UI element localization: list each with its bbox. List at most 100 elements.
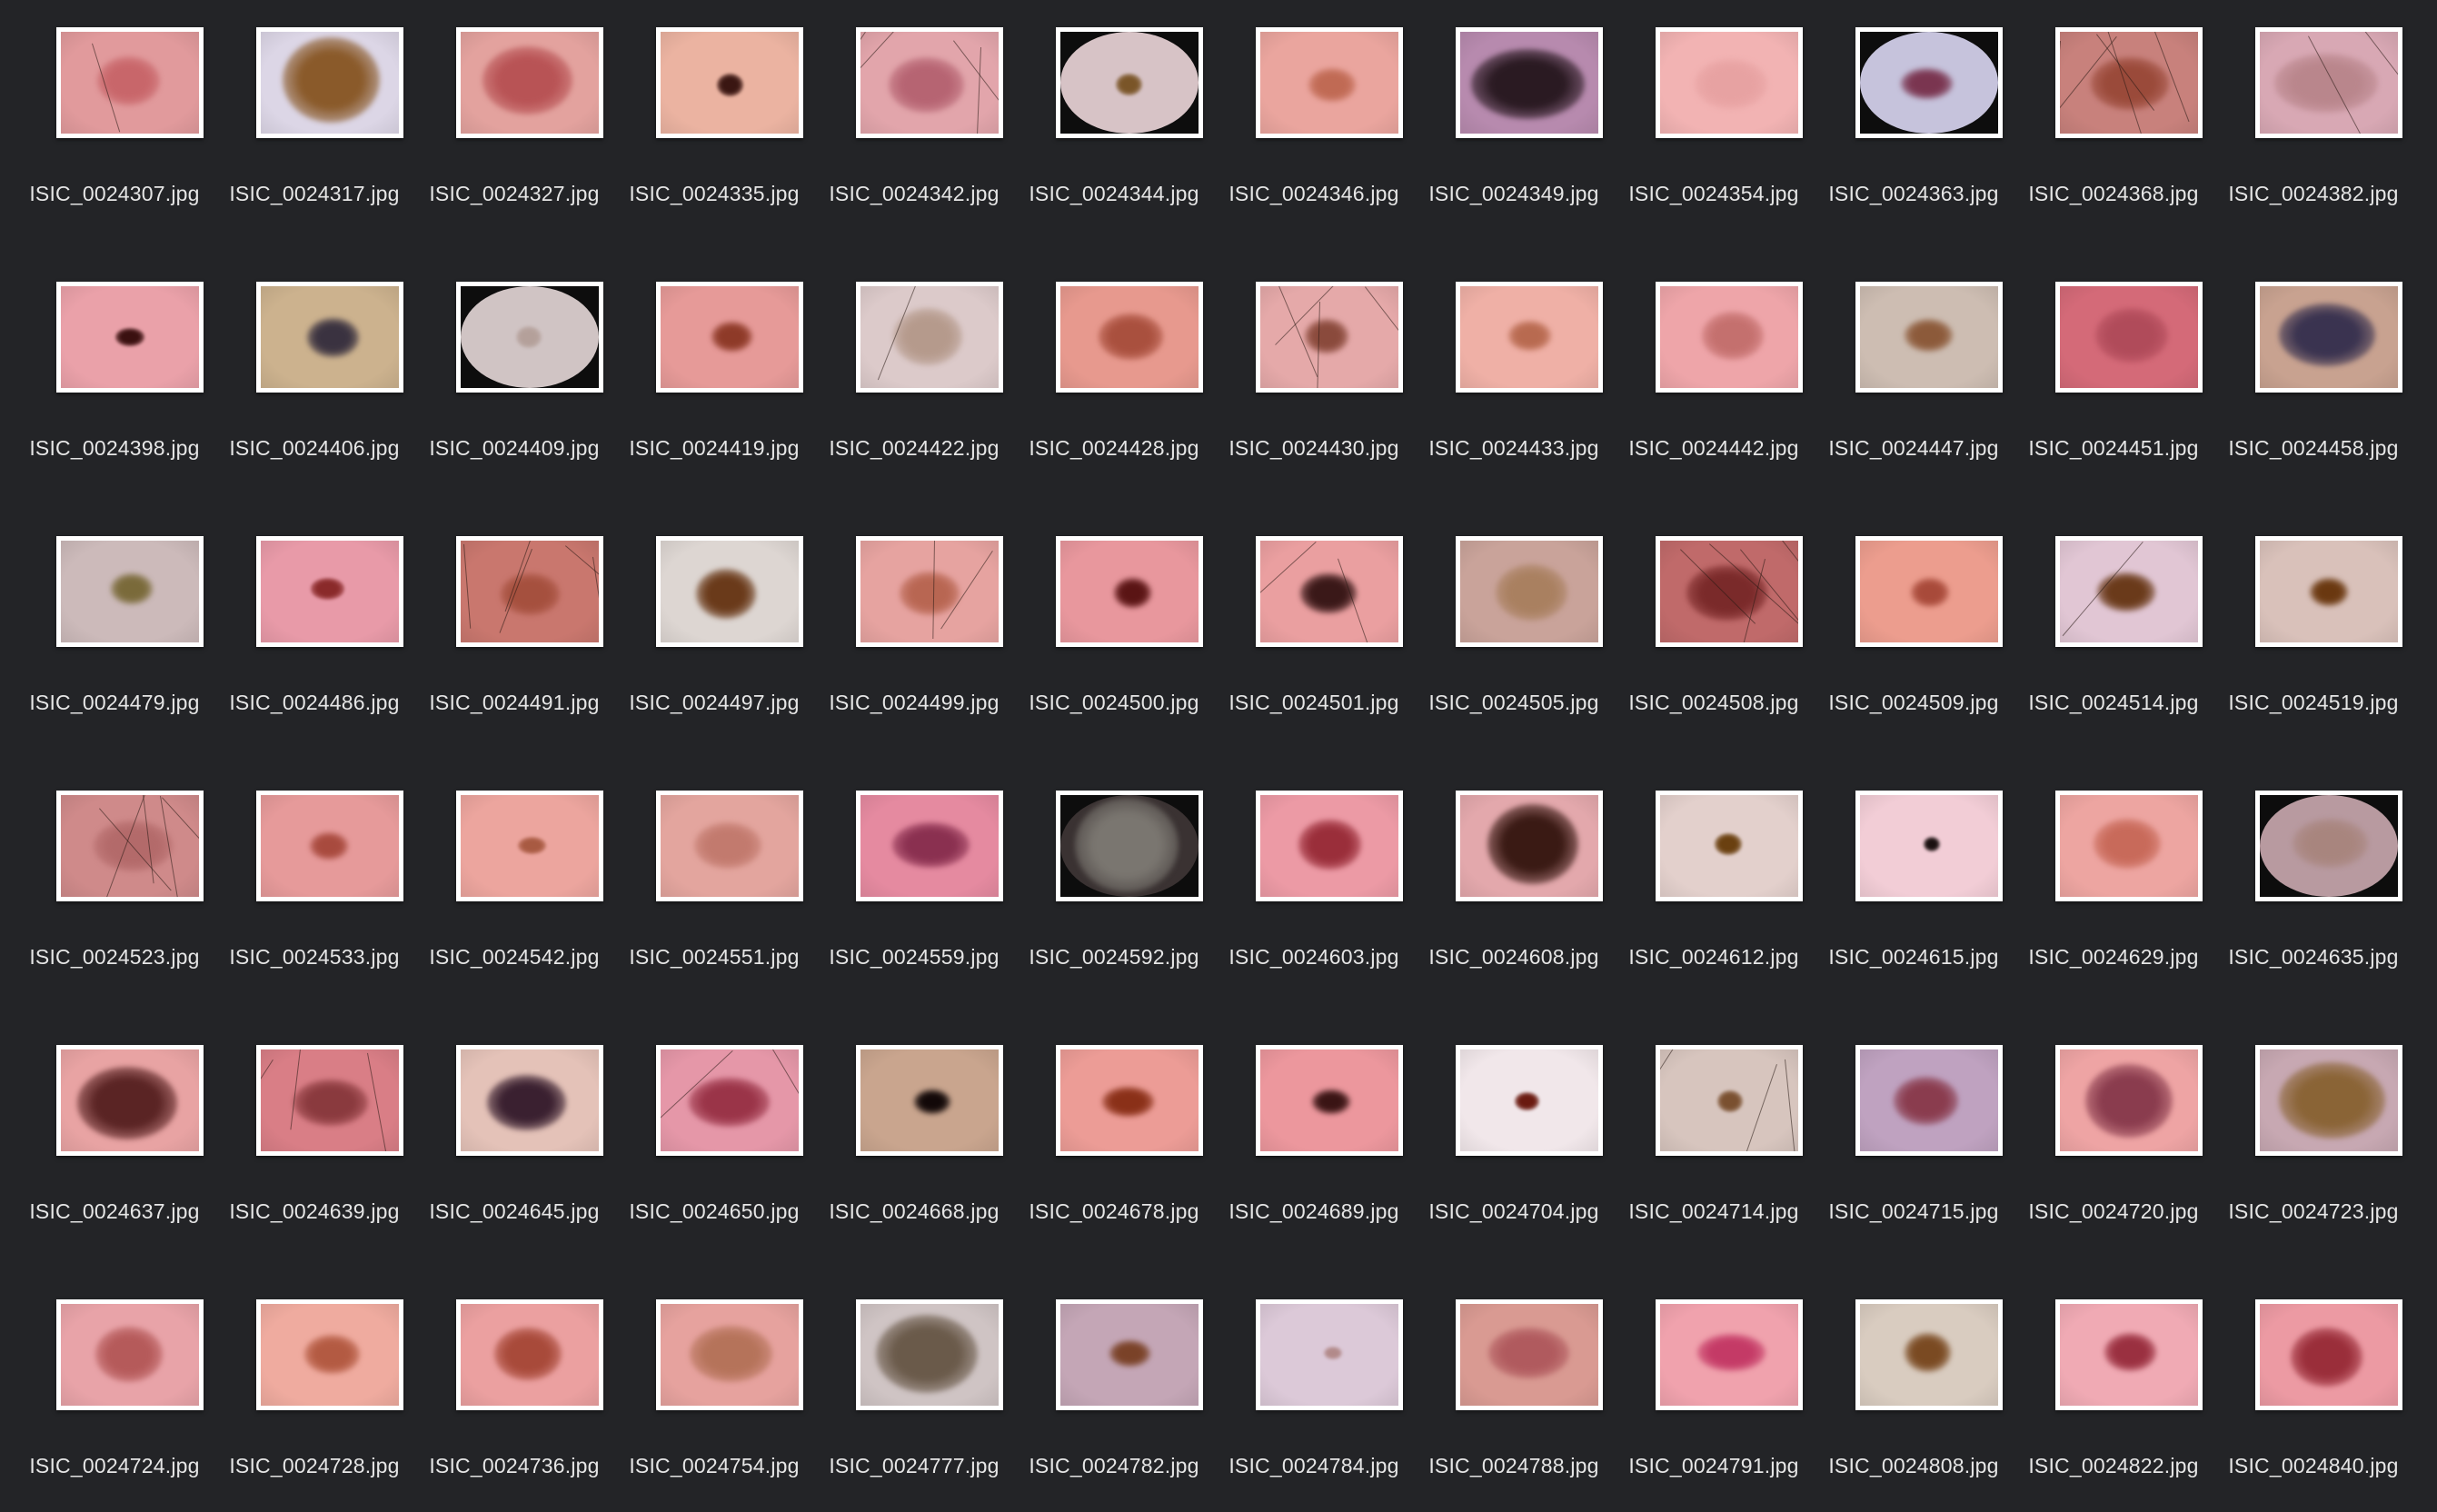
file-item[interactable]: ISIC_0024777.jpg: [814, 1272, 1014, 1499]
file-item[interactable]: ISIC_0024615.jpg: [1814, 763, 2014, 990]
file-thumbnail[interactable]: [1855, 1045, 2003, 1156]
file-thumbnail[interactable]: [1056, 791, 1203, 901]
file-thumbnail[interactable]: [656, 1299, 803, 1410]
file-item[interactable]: ISIC_0024639.jpg: [214, 1018, 414, 1245]
file-item[interactable]: ISIC_0024307.jpg: [15, 0, 214, 227]
file-item[interactable]: ISIC_0024668.jpg: [814, 1018, 1014, 1245]
file-item[interactable]: ISIC_0024519.jpg: [2213, 509, 2413, 736]
file-item[interactable]: ISIC_0024354.jpg: [1614, 0, 1814, 227]
file-thumbnail[interactable]: [1256, 1045, 1403, 1156]
file-item[interactable]: ISIC_0024645.jpg: [414, 1018, 614, 1245]
file-thumbnail[interactable]: [1056, 1299, 1203, 1410]
file-item[interactable]: ISIC_0024689.jpg: [1214, 1018, 1414, 1245]
file-thumbnail[interactable]: [1256, 791, 1403, 901]
file-thumbnail[interactable]: [1056, 27, 1203, 138]
file-thumbnail[interactable]: [456, 1045, 603, 1156]
file-thumbnail[interactable]: [856, 27, 1003, 138]
file-thumbnail[interactable]: [2055, 536, 2203, 647]
file-thumbnail[interactable]: [2255, 282, 2402, 393]
file-item[interactable]: ISIC_0024678.jpg: [1014, 1018, 1214, 1245]
file-item[interactable]: ISIC_0024784.jpg: [1214, 1272, 1414, 1499]
file-item[interactable]: ISIC_0024500.jpg: [1014, 509, 1214, 736]
file-item[interactable]: ISIC_0024451.jpg: [2014, 254, 2213, 482]
file-thumbnail[interactable]: [1256, 536, 1403, 647]
file-thumbnail[interactable]: [2255, 791, 2402, 901]
file-thumbnail[interactable]: [1456, 791, 1603, 901]
file-item[interactable]: ISIC_0024491.jpg: [414, 509, 614, 736]
file-thumbnail[interactable]: [2255, 1299, 2402, 1410]
file-item[interactable]: ISIC_0024724.jpg: [15, 1272, 214, 1499]
file-thumbnail[interactable]: [56, 282, 204, 393]
file-item[interactable]: ISIC_0024497.jpg: [614, 509, 814, 736]
file-thumbnail[interactable]: [856, 791, 1003, 901]
file-item[interactable]: ISIC_0024346.jpg: [1214, 0, 1414, 227]
file-item[interactable]: ISIC_0024723.jpg: [2213, 1018, 2413, 1245]
file-thumbnail[interactable]: [1056, 1045, 1203, 1156]
file-thumbnail[interactable]: [2055, 1045, 2203, 1156]
file-item[interactable]: ISIC_0024344.jpg: [1014, 0, 1214, 227]
file-thumbnail[interactable]: [1256, 1299, 1403, 1410]
file-thumbnail[interactable]: [856, 1045, 1003, 1156]
file-thumbnail[interactable]: [1855, 791, 2003, 901]
file-item[interactable]: ISIC_0024715.jpg: [1814, 1018, 2014, 1245]
file-thumbnail[interactable]: [656, 536, 803, 647]
file-item[interactable]: ISIC_0024728.jpg: [214, 1272, 414, 1499]
file-item[interactable]: ISIC_0024317.jpg: [214, 0, 414, 227]
file-item[interactable]: ISIC_0024788.jpg: [1414, 1272, 1614, 1499]
file-thumbnail[interactable]: [656, 27, 803, 138]
file-item[interactable]: ISIC_0024458.jpg: [2213, 254, 2413, 482]
file-item[interactable]: ISIC_0024382.jpg: [2213, 0, 2413, 227]
file-thumbnail[interactable]: [1656, 282, 1803, 393]
file-item[interactable]: ISIC_0024808.jpg: [1814, 1272, 2014, 1499]
file-thumbnail[interactable]: [1456, 1045, 1603, 1156]
file-item[interactable]: ISIC_0024509.jpg: [1814, 509, 2014, 736]
file-thumbnail[interactable]: [2055, 1299, 2203, 1410]
file-item[interactable]: ISIC_0024791.jpg: [1614, 1272, 1814, 1499]
file-thumbnail[interactable]: [1256, 27, 1403, 138]
file-thumbnail[interactable]: [1855, 282, 2003, 393]
file-thumbnail[interactable]: [456, 282, 603, 393]
file-thumbnail[interactable]: [1456, 536, 1603, 647]
file-item[interactable]: ISIC_0024822.jpg: [2014, 1272, 2213, 1499]
file-item[interactable]: ISIC_0024720.jpg: [2014, 1018, 2213, 1245]
file-thumbnail[interactable]: [1456, 1299, 1603, 1410]
file-thumbnail[interactable]: [1855, 1299, 2003, 1410]
file-item[interactable]: ISIC_0024782.jpg: [1014, 1272, 1214, 1499]
file-item[interactable]: ISIC_0024409.jpg: [414, 254, 614, 482]
file-thumbnail[interactable]: [456, 1299, 603, 1410]
file-thumbnail[interactable]: [256, 536, 403, 647]
file-item[interactable]: ISIC_0024430.jpg: [1214, 254, 1414, 482]
file-thumbnail[interactable]: [256, 1299, 403, 1410]
file-item[interactable]: ISIC_0024612.jpg: [1614, 763, 1814, 990]
file-item[interactable]: ISIC_0024637.jpg: [15, 1018, 214, 1245]
file-thumbnail[interactable]: [856, 282, 1003, 393]
file-item[interactable]: ISIC_0024533.jpg: [214, 763, 414, 990]
file-thumbnail[interactable]: [1456, 282, 1603, 393]
file-thumbnail[interactable]: [2255, 536, 2402, 647]
file-item[interactable]: ISIC_0024342.jpg: [814, 0, 1014, 227]
file-thumbnail[interactable]: [56, 1299, 204, 1410]
file-item[interactable]: ISIC_0024349.jpg: [1414, 0, 1614, 227]
file-thumbnail[interactable]: [56, 1045, 204, 1156]
file-item[interactable]: ISIC_0024368.jpg: [2014, 0, 2213, 227]
file-thumbnail[interactable]: [256, 282, 403, 393]
file-thumbnail[interactable]: [656, 791, 803, 901]
file-thumbnail[interactable]: [1656, 536, 1803, 647]
file-thumbnail[interactable]: [456, 791, 603, 901]
file-thumbnail[interactable]: [1656, 27, 1803, 138]
file-thumbnail[interactable]: [1656, 791, 1803, 901]
file-thumbnail[interactable]: [2055, 791, 2203, 901]
file-thumbnail[interactable]: [1056, 536, 1203, 647]
file-thumbnail[interactable]: [1656, 1299, 1803, 1410]
file-item[interactable]: ISIC_0024335.jpg: [614, 0, 814, 227]
file-item[interactable]: ISIC_0024479.jpg: [15, 509, 214, 736]
file-thumbnail[interactable]: [1256, 282, 1403, 393]
file-thumbnail[interactable]: [856, 1299, 1003, 1410]
file-item[interactable]: ISIC_0024736.jpg: [414, 1272, 614, 1499]
file-item[interactable]: ISIC_0024422.jpg: [814, 254, 1014, 482]
file-item[interactable]: ISIC_0024754.jpg: [614, 1272, 814, 1499]
file-item[interactable]: ISIC_0024406.jpg: [214, 254, 414, 482]
file-item[interactable]: ISIC_0024523.jpg: [15, 763, 214, 990]
file-item[interactable]: ISIC_0024551.jpg: [614, 763, 814, 990]
file-thumbnail[interactable]: [1855, 536, 2003, 647]
